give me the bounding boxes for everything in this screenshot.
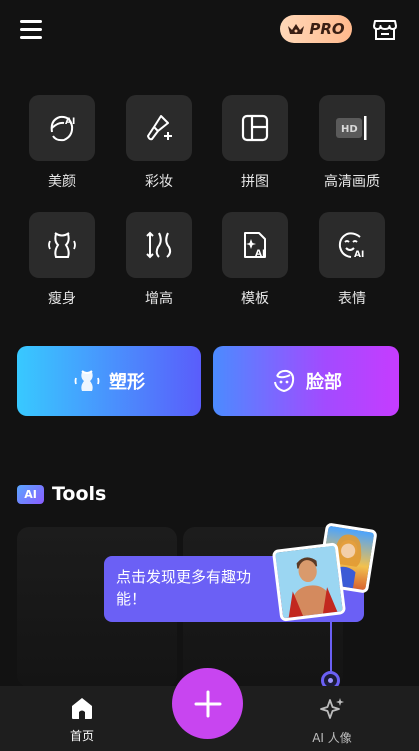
slim-body-icon	[48, 232, 76, 258]
tool-label: 表情	[338, 291, 366, 307]
ai-tools-heading: AI Tools	[17, 483, 106, 505]
hd-icon: HD	[336, 116, 367, 140]
face-label: 脸部	[306, 372, 342, 393]
top-bar: PRO	[0, 0, 419, 60]
tooltip-connector	[330, 622, 332, 674]
svg-text:AI: AI	[354, 250, 364, 260]
add-button[interactable]	[172, 668, 243, 739]
home-icon	[72, 698, 92, 719]
nav-ai-portrait[interactable]: AI 人像	[302, 696, 362, 746]
shape-label: 塑形	[109, 372, 145, 393]
svg-text:HD: HD	[341, 124, 358, 135]
body-shape-icon	[74, 370, 100, 391]
template-ai-icon: AI	[244, 232, 266, 259]
tool-label: 高清画质	[324, 174, 380, 190]
svg-text:AI: AI	[255, 249, 265, 259]
plus-icon	[194, 690, 221, 717]
collage-icon	[241, 114, 269, 142]
face-button[interactable]: 脸部	[213, 346, 399, 416]
tool-label: 拼图	[241, 174, 269, 190]
expression-ai-icon: AI	[338, 232, 364, 260]
shape-button[interactable]: 塑形	[17, 346, 201, 416]
tool-label: 瘦身	[48, 291, 76, 307]
tool-beauty[interactable]: AI 美颜	[29, 95, 95, 191]
nav-ai-label: AI 人像	[312, 731, 352, 745]
sparkle-icon	[320, 698, 344, 719]
nav-home[interactable]: 首页	[60, 696, 104, 744]
tooltip-text: 点击发现更多有趣功能！	[116, 568, 252, 608]
tool-template[interactable]: AI 模板	[222, 212, 288, 308]
tool-label: 美颜	[48, 174, 76, 190]
hamburger-menu-icon[interactable]	[20, 18, 44, 40]
tool-collage[interactable]: 拼图	[222, 95, 288, 191]
face-icon	[274, 369, 295, 393]
makeup-brush-icon	[147, 115, 172, 141]
crown-icon	[288, 24, 305, 34]
ai-badge: AI	[17, 484, 44, 504]
tool-makeup[interactable]: 彩妆	[126, 95, 192, 191]
tool-height[interactable]: 增高	[126, 212, 192, 308]
tool-label: 增高	[145, 291, 173, 307]
tool-label: 彩妆	[145, 174, 173, 190]
svg-text:AI: AI	[65, 117, 75, 127]
tool-label: 模板	[241, 291, 269, 307]
store-icon[interactable]	[371, 15, 399, 43]
ai-tools-title: Tools	[52, 483, 107, 505]
pro-label: PRO	[309, 20, 345, 38]
tool-hd[interactable]: HD 高清画质	[319, 95, 385, 191]
face-ai-icon: AI	[50, 115, 75, 142]
tool-expression[interactable]: AI 表情	[319, 212, 385, 308]
tool-slim[interactable]: 瘦身	[29, 212, 95, 308]
pro-button[interactable]: PRO	[280, 15, 352, 43]
tooltip-photo-man	[271, 542, 347, 622]
height-icon	[146, 231, 172, 259]
nav-home-label: 首页	[69, 729, 94, 743]
